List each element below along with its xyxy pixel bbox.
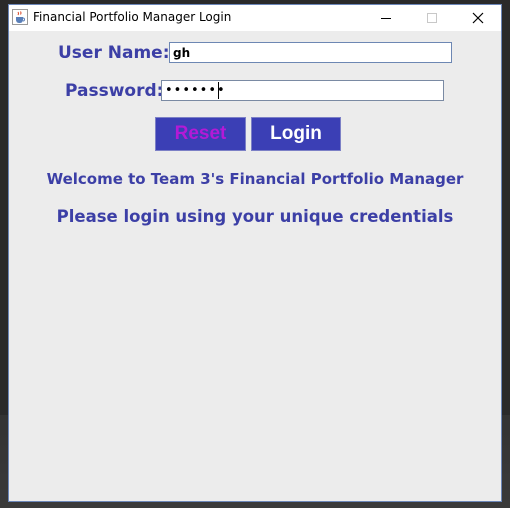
username-field[interactable] xyxy=(169,42,452,63)
login-button[interactable]: Login xyxy=(251,117,341,151)
login-instruction: Please login using your unique credentia… xyxy=(56,207,454,226)
desktop-background: Financial Portfolio Manager Login User N… xyxy=(0,0,510,508)
password-label: Password: xyxy=(65,81,164,101)
java-cup-icon xyxy=(12,9,28,25)
minimize-icon xyxy=(381,18,391,19)
minimize-button[interactable] xyxy=(363,5,409,31)
password-field[interactable] xyxy=(161,80,444,101)
maximize-button[interactable] xyxy=(409,5,455,31)
window-title: Financial Portfolio Manager Login xyxy=(33,10,232,24)
login-window: Financial Portfolio Manager Login User N… xyxy=(8,4,502,502)
text-caret xyxy=(218,82,219,99)
title-bar[interactable]: Financial Portfolio Manager Login xyxy=(9,5,501,31)
close-icon xyxy=(472,12,484,24)
username-label: User Name: xyxy=(58,43,170,63)
close-button[interactable] xyxy=(455,5,501,31)
maximize-icon xyxy=(427,13,437,23)
reset-button[interactable]: Reset xyxy=(155,117,246,151)
login-panel: User Name: Password: Reset Login Welcome… xyxy=(9,31,501,501)
welcome-message: Welcome to Team 3's Financial Portfolio … xyxy=(46,170,464,188)
